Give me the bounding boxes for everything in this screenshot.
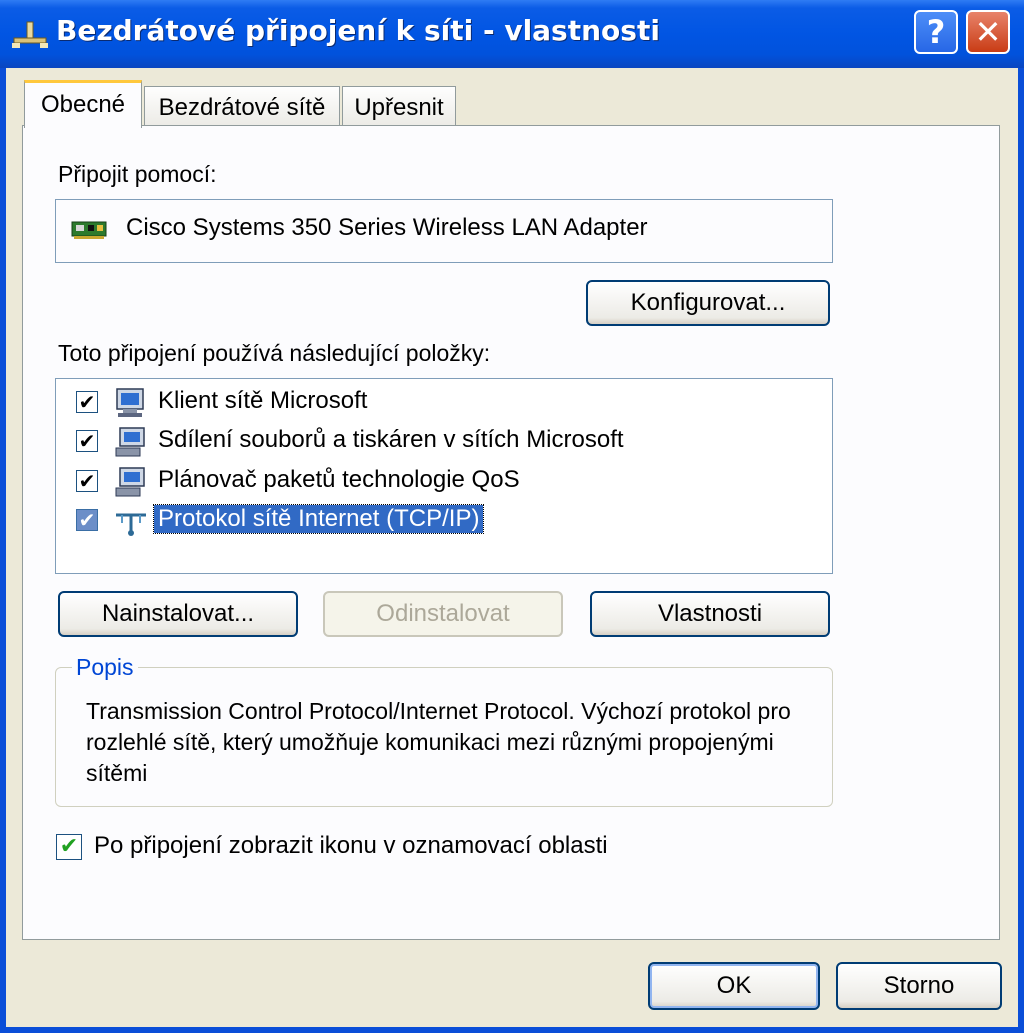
qos-scheduler-icon bbox=[115, 467, 145, 497]
tab-wireless-networks[interactable]: Bezdrátové sítě bbox=[144, 86, 340, 126]
item-label: Klient sítě Microsoft bbox=[158, 387, 368, 414]
window-frame-bottom bbox=[0, 1027, 1024, 1033]
close-button[interactable]: ✕ bbox=[966, 10, 1010, 54]
list-item-selected[interactable]: ✔ Protokol sítě Internet (TCP/IP) bbox=[72, 503, 812, 539]
configure-button[interactable]: Konfigurovat... bbox=[586, 280, 830, 326]
connect-using-label: Připojit pomocí: bbox=[58, 161, 217, 187]
install-button[interactable]: Nainstalovat... bbox=[58, 591, 298, 637]
item-label: Protokol sítě Internet (TCP/IP) bbox=[152, 504, 485, 534]
list-item[interactable]: ✔ Sdílení souborů a tiskáren v sítích Mi… bbox=[72, 424, 812, 460]
window-frame-left bbox=[0, 68, 6, 1033]
list-item[interactable]: ✔ Klient sítě Microsoft bbox=[72, 385, 812, 421]
notify-checkbox[interactable]: ✔ bbox=[56, 834, 82, 860]
cancel-button[interactable]: Storno bbox=[836, 962, 1002, 1010]
title-bar[interactable]: Bezdrátové připojení k síti - vlastnosti… bbox=[0, 0, 1024, 68]
window-title: Bezdrátové připojení k síti - vlastnosti bbox=[56, 14, 660, 47]
network-client-icon bbox=[116, 388, 144, 417]
properties-button[interactable]: Vlastnosti bbox=[590, 591, 830, 637]
tab-advanced[interactable]: Upřesnit bbox=[342, 86, 456, 126]
window-frame-right bbox=[1018, 68, 1024, 1033]
description-group-title: Popis bbox=[72, 654, 138, 681]
help-button[interactable]: ? bbox=[914, 10, 958, 54]
item-checkbox[interactable]: ✔ bbox=[76, 430, 98, 452]
components-list[interactable]: ✔ Klient sítě Microsoft ✔ Sdílení soubor… bbox=[55, 378, 833, 574]
list-item[interactable]: ✔ Plánovač paketů technologie QoS bbox=[72, 464, 812, 500]
protocol-icon bbox=[116, 513, 146, 536]
uninstall-button[interactable]: Odinstalovat bbox=[323, 591, 563, 637]
network-adapter-icon bbox=[71, 221, 107, 239]
items-label: Toto připojení používá následující polož… bbox=[58, 340, 491, 366]
item-label: Plánovač paketů technologie QoS bbox=[158, 466, 520, 493]
file-printer-sharing-icon bbox=[115, 427, 145, 457]
ok-button[interactable]: OK bbox=[648, 962, 820, 1010]
notify-checkbox-label[interactable]: Po připojení zobrazit ikonu v oznamovací… bbox=[94, 832, 608, 860]
tab-general[interactable]: Obecné bbox=[24, 80, 142, 128]
properties-dialog: Bezdrátové připojení k síti - vlastnosti… bbox=[0, 0, 1024, 1033]
adapter-box: Cisco Systems 350 Series Wireless LAN Ad… bbox=[55, 199, 833, 263]
network-connection-icon bbox=[12, 21, 48, 48]
adapter-name: Cisco Systems 350 Series Wireless LAN Ad… bbox=[126, 214, 648, 241]
description-text: Transmission Control Protocol/Internet P… bbox=[86, 698, 791, 786]
item-checkbox[interactable]: ✔ bbox=[76, 470, 98, 492]
item-checkbox[interactable]: ✔ bbox=[76, 391, 98, 413]
item-label: Sdílení souborů a tiskáren v sítích Micr… bbox=[158, 426, 624, 453]
item-checkbox[interactable]: ✔ bbox=[76, 509, 98, 531]
